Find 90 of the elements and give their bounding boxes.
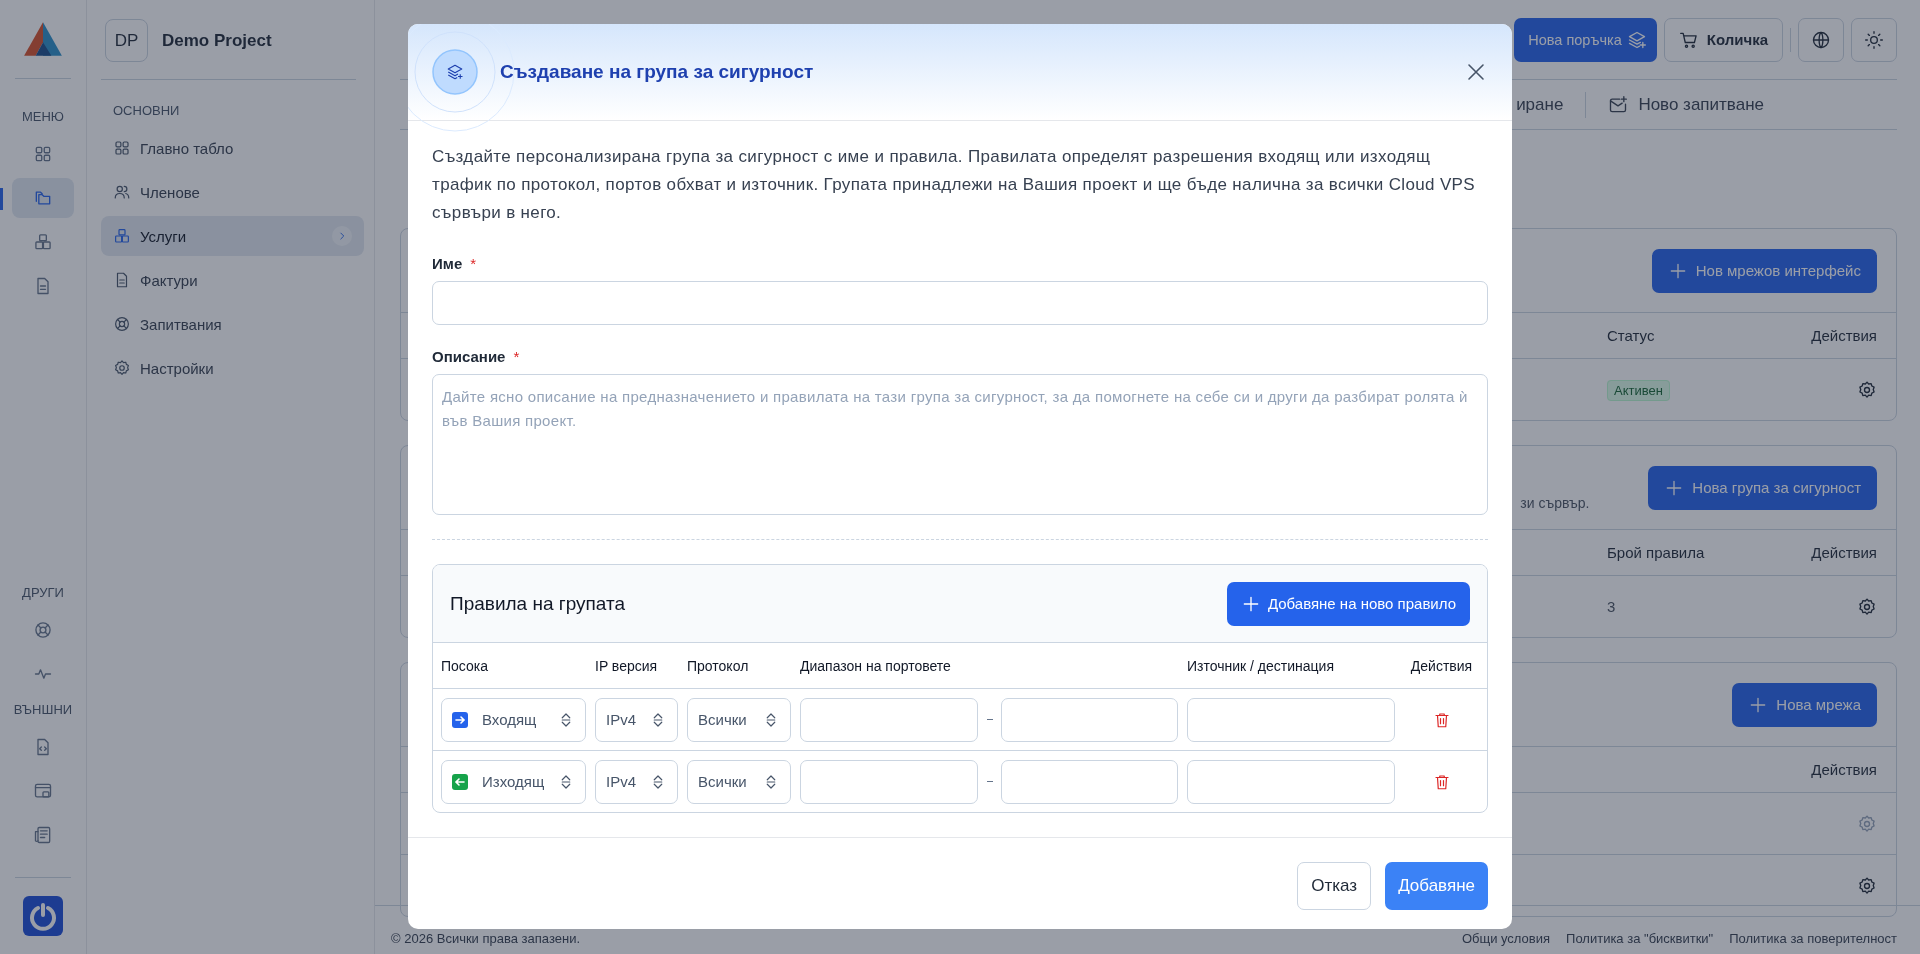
card-subtitle: зи сървър. (1520, 494, 1590, 511)
settings-icon (1857, 596, 1877, 617)
settings-button[interactable] (1857, 596, 1877, 617)
theme-button[interactable] (1851, 17, 1897, 62)
tab-link[interactable]: Ново запитване (1608, 94, 1764, 115)
source-field[interactable] (1187, 697, 1395, 742)
settings-icon (1857, 875, 1877, 896)
delete-button[interactable] (1432, 772, 1451, 791)
delete-button[interactable] (1432, 710, 1451, 729)
news-icon (33, 825, 53, 845)
footer-link[interactable]: Политика за "бисквитки" (1566, 931, 1714, 946)
port-from-field[interactable] (800, 759, 978, 804)
globe-icon (1811, 29, 1831, 50)
language-button[interactable] (1798, 17, 1844, 62)
power-icon[interactable] (23, 896, 63, 936)
browser-icon (33, 781, 53, 801)
direction-select[interactable]: Изходящ (441, 759, 586, 804)
status-badge: Активен (1607, 380, 1670, 401)
add-rule-button[interactable]: Добавяне на ново правило (1226, 581, 1470, 626)
boxes-icon (113, 227, 131, 245)
column-header: Действия (1409, 657, 1474, 674)
column-header: Брой правила (1607, 544, 1706, 561)
cancel-button[interactable]: Отказ (1297, 862, 1372, 910)
protocol-select[interactable]: Всички (687, 759, 791, 804)
sidebar-item[interactable]: Настройки (101, 348, 364, 388)
lifebuoy-icon (113, 315, 131, 333)
field-label: Име (432, 255, 463, 272)
sidebar-item[interactable]: Фактури (101, 260, 364, 300)
column-header: Действия (1810, 327, 1877, 344)
port-to-field[interactable] (1001, 759, 1178, 804)
ip-version-select[interactable]: IPv4 (595, 697, 678, 742)
sidebar-item[interactable]: Главно табло (101, 128, 364, 168)
gear-icon (113, 359, 131, 377)
layers-icon (1626, 29, 1647, 50)
column-header: IP версия (595, 657, 659, 674)
protocol-select[interactable]: Всички (687, 697, 791, 742)
trash-icon (1432, 710, 1451, 729)
sidebar-item[interactable]: Запитвания (101, 304, 364, 344)
column-header: Протокол (687, 657, 750, 674)
column-header: Диапазон на портовете (800, 657, 952, 674)
mail-icon (1608, 94, 1629, 115)
name-field[interactable] (432, 281, 1488, 325)
trash-icon (1432, 772, 1451, 791)
panel-title: Правила на групата (450, 592, 626, 615)
section-label: ДРУГИ (22, 585, 64, 600)
sun-icon (1864, 29, 1884, 50)
cart-button[interactable]: Количка (1663, 17, 1783, 62)
logo-icon (22, 20, 64, 58)
settings-button[interactable] (1857, 379, 1877, 400)
section-label: МЕНЮ (22, 109, 64, 124)
grid-icon (33, 144, 53, 164)
sidebar-item[interactable]: Членове (101, 172, 364, 212)
project-avatar: DP (105, 19, 148, 62)
grid-icon (113, 139, 131, 157)
column-header: Действия (1810, 761, 1877, 778)
column-header: Посока (441, 657, 489, 674)
required-mark: * (513, 348, 520, 365)
column-header: Статус (1607, 327, 1656, 344)
users-icon (113, 183, 131, 201)
tab-link[interactable]: иране (1516, 94, 1564, 115)
add-button[interactable]: Нов мрежов интерфейс (1651, 248, 1877, 293)
boxes-icon (33, 232, 53, 252)
submit-button[interactable]: Добавяне (1385, 862, 1488, 910)
copyright-text: © 2026 Всички права запазени. (391, 931, 580, 946)
settings-icon (1857, 813, 1877, 834)
section-label: ОСНОВНИ (113, 103, 181, 118)
section-label: ВЪНШНИ (13, 702, 73, 717)
dialog-title: Създаване на група за сигурност (500, 61, 814, 83)
required-mark: * (470, 255, 477, 272)
column-header: Източник / дестинация (1187, 657, 1335, 674)
direction-select[interactable]: Входящ (441, 697, 586, 742)
column-header: Действия (1810, 544, 1877, 561)
port-to-field[interactable] (1001, 697, 1178, 742)
settings-button[interactable] (1857, 875, 1877, 896)
add-button[interactable]: Нова група за сигурност (1648, 465, 1877, 510)
port-from-field[interactable] (800, 697, 978, 742)
footer-link[interactable]: Общи условия (1461, 931, 1551, 946)
sidebar-item[interactable]: Услуги (101, 216, 364, 256)
footer-link[interactable]: Политика за поверителност (1729, 931, 1897, 946)
ip-version-select[interactable]: IPv4 (595, 759, 678, 804)
project-name[interactable]: Demo Project (162, 30, 272, 51)
add-button[interactable]: Нова мрежа (1732, 682, 1877, 727)
source-field[interactable] (1187, 759, 1395, 804)
settings-icon (1857, 379, 1877, 400)
field-label: Описание (432, 348, 506, 365)
description-field[interactable]: Дайте ясно описание на предназначението и правилата на тази група за сигурност, за да помогнете на себе си и други да разбират ролята ѝ във Вашия проект. (432, 374, 1488, 515)
new-order-button[interactable]: Нова поръчка (1514, 17, 1657, 62)
dialog-description: Създайте персонализирана група за сигурност с име и правила. Правилата определят разрешения входящ или изходящ трафик по протокол, портов обхват и източник. Групата принадлежи на Вашия проект и ще бъде налична за всички Cloud VPS сървъри в него. (432, 146, 1476, 224)
table-cell-text: 3 (1607, 598, 1617, 615)
lifebuoy-icon (33, 620, 53, 640)
